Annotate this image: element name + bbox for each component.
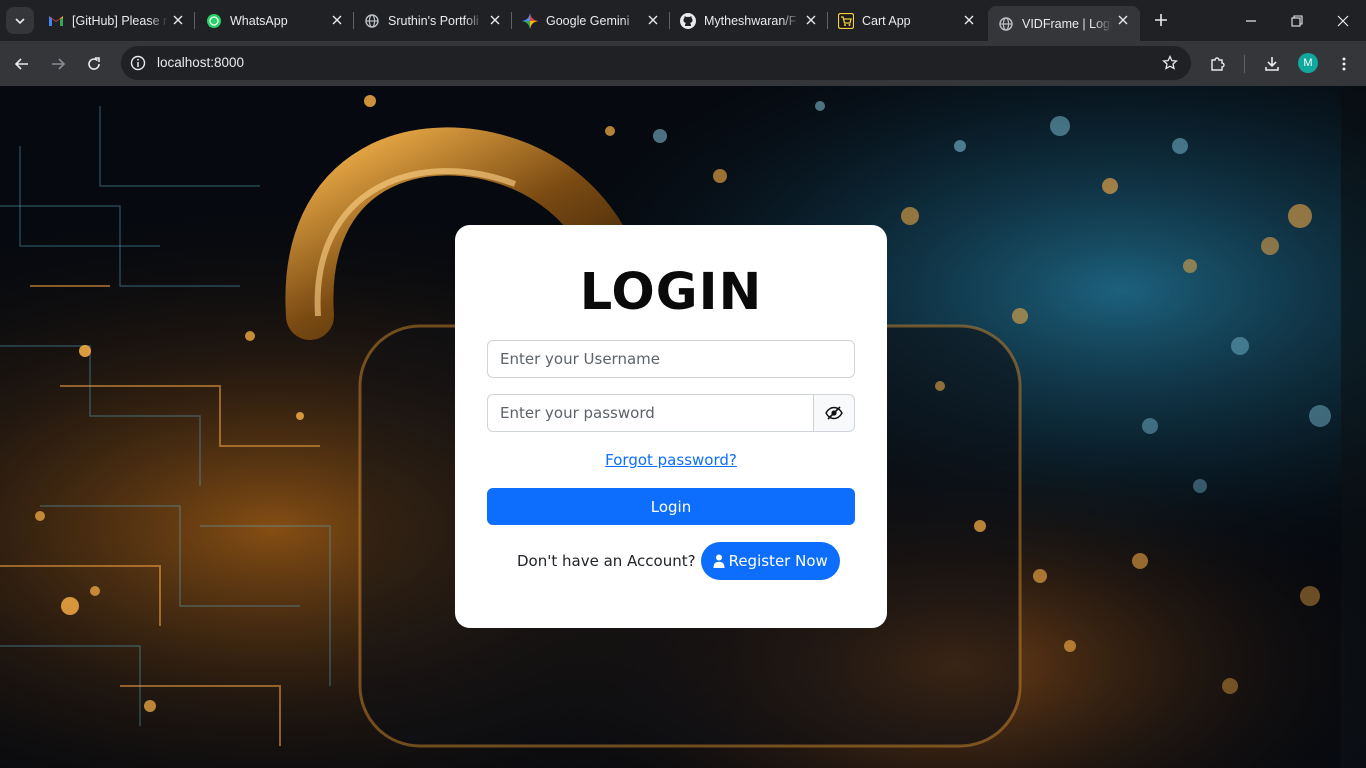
tab-gmail[interactable]: [GitHub] Please r <box>38 0 195 41</box>
globe-icon <box>364 13 380 29</box>
puzzle-icon <box>1211 57 1225 71</box>
close-icon <box>1337 15 1349 26</box>
scrollbar-track[interactable] <box>1341 86 1366 768</box>
tab-title: WhatsApp <box>230 13 288 28</box>
tab-title: Sruthin's Portfoli <box>388 13 479 28</box>
password-group <box>487 394 855 432</box>
register-button[interactable]: Register Now <box>700 542 840 580</box>
plus-icon <box>1155 14 1167 26</box>
tab-title: Cart App <box>862 13 911 28</box>
username-input[interactable] <box>487 340 855 378</box>
arrow-left-icon <box>14 58 28 70</box>
tab-title: Google Gemini <box>546 13 630 28</box>
minimize-button[interactable] <box>1228 0 1274 41</box>
chevron-down-icon <box>15 17 25 24</box>
restore-button[interactable] <box>1274 0 1320 41</box>
tab-github[interactable]: Mytheshwaran/F <box>670 0 828 41</box>
tab-cart-app[interactable]: Cart App <box>828 0 986 41</box>
toggle-password-button[interactable] <box>813 394 855 432</box>
reload-button[interactable] <box>81 51 107 77</box>
cart-app-icon <box>838 12 854 29</box>
bookmark-star-icon[interactable] <box>1161 54 1179 72</box>
tab-search-button[interactable] <box>6 7 34 34</box>
register-prompt: Don't have an Account? <box>517 552 696 570</box>
gemini-icon <box>522 12 538 29</box>
forgot-password-link[interactable]: Forgot password? <box>455 451 887 469</box>
back-button[interactable] <box>9 51 35 77</box>
login-title: LOGIN <box>579 263 763 322</box>
downloads-button[interactable] <box>1259 51 1285 77</box>
window-close-button[interactable] <box>1320 0 1366 41</box>
close-icon[interactable] <box>330 13 344 27</box>
page-viewport: LOGIN Forgot password? Login Don't have … <box>0 86 1366 768</box>
login-button[interactable]: Login <box>487 488 855 525</box>
restore-icon <box>1291 14 1303 27</box>
tab-strip: [GitHub] Please r WhatsApp Sruthin's Por… <box>0 0 1366 41</box>
tab-title: [GitHub] Please r <box>72 13 168 28</box>
tab-whatsapp[interactable]: WhatsApp <box>196 0 354 41</box>
arrow-right-icon <box>52 58 66 70</box>
gmail-icon <box>48 13 64 29</box>
close-icon[interactable] <box>1116 13 1130 27</box>
close-icon[interactable] <box>646 13 660 27</box>
menu-button[interactable] <box>1331 51 1357 77</box>
url-text: localhost:8000 <box>157 55 245 70</box>
login-card: LOGIN Forgot password? Login Don't have … <box>455 225 887 628</box>
tab-gemini[interactable]: Google Gemini <box>512 0 670 41</box>
extensions-button[interactable] <box>1205 51 1231 77</box>
profile-avatar[interactable]: M <box>1298 53 1318 73</box>
address-bar[interactable]: localhost:8000 <box>121 46 1191 80</box>
browser-toolbar: localhost:8000 M <box>0 41 1366 86</box>
close-icon[interactable] <box>488 13 502 27</box>
more-vert-icon <box>1342 57 1346 71</box>
close-icon[interactable] <box>962 13 976 27</box>
eye-slash-icon <box>825 406 843 420</box>
close-icon[interactable] <box>804 13 818 27</box>
new-tab-button[interactable] <box>1150 9 1172 31</box>
download-icon <box>1265 57 1279 71</box>
github-icon <box>680 12 696 29</box>
user-icon <box>713 554 725 568</box>
minimize-icon <box>1246 19 1256 22</box>
tab-title: Mytheshwaran/F <box>704 13 797 28</box>
tab-vidframe-login[interactable]: VIDFrame | Login <box>988 6 1140 41</box>
whatsapp-icon <box>206 13 222 29</box>
close-icon[interactable] <box>171 13 185 27</box>
register-row: Don't have an Account? Register Now <box>517 542 840 580</box>
info-icon[interactable] <box>129 54 147 72</box>
globe-icon <box>998 16 1014 32</box>
forward-button[interactable] <box>45 51 71 77</box>
tab-separator <box>194 12 195 29</box>
toolbar-separator <box>1244 55 1245 73</box>
register-label: Register Now <box>728 552 828 570</box>
tab-portfolio[interactable]: Sruthin's Portfoli <box>354 0 512 41</box>
tab-title: VIDFrame | Login <box>1022 16 1112 31</box>
password-input[interactable] <box>487 394 814 432</box>
reload-icon <box>88 57 100 70</box>
